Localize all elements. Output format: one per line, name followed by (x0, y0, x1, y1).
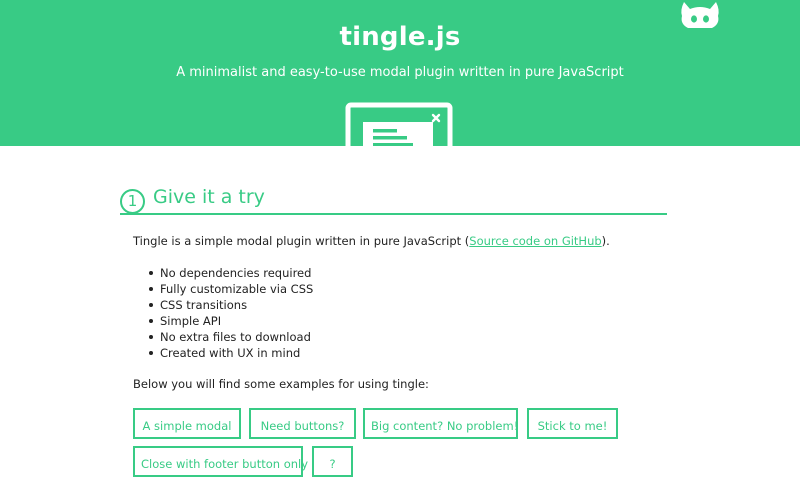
list-item: Created with UX in mind (147, 345, 313, 361)
octocat-icon[interactable] (679, 0, 721, 30)
list-item: Fully customizable via CSS (147, 281, 313, 297)
feature-list: No dependencies required Fully customiza… (147, 265, 313, 361)
list-item: No dependencies required (147, 265, 313, 281)
page-header: tingle.js A minimalist and easy-to-use m… (0, 0, 800, 146)
intro-text-before: Tingle is a simple modal plugin written … (133, 234, 470, 248)
big-content-button[interactable]: Big content? No problem! (363, 408, 518, 439)
simple-modal-button[interactable]: A simple modal (133, 408, 241, 439)
list-item: CSS transitions (147, 297, 313, 313)
stick-to-me-button[interactable]: Stick to me! (527, 408, 618, 439)
modal-window-icon (345, 102, 453, 146)
examples-intro: Below you will find some examples for us… (133, 377, 429, 391)
section-header: 1 Give it a try (120, 186, 667, 215)
github-source-link[interactable]: Source code on GitHub (469, 234, 601, 248)
page-subtitle: A minimalist and easy-to-use modal plugi… (176, 65, 624, 80)
step-number: 1 (120, 189, 145, 214)
need-buttons-button[interactable]: Need buttons? (249, 408, 356, 439)
question-button[interactable]: ? (312, 446, 353, 477)
list-item: Simple API (147, 313, 313, 329)
close-footer-button[interactable]: Close with footer button only (133, 446, 308, 477)
intro-text: Tingle is a simple modal plugin written … (133, 234, 610, 248)
intro-text-after: ). (601, 234, 610, 248)
section-title: Give it a try (153, 186, 265, 208)
list-item: No extra files to download (147, 329, 313, 345)
